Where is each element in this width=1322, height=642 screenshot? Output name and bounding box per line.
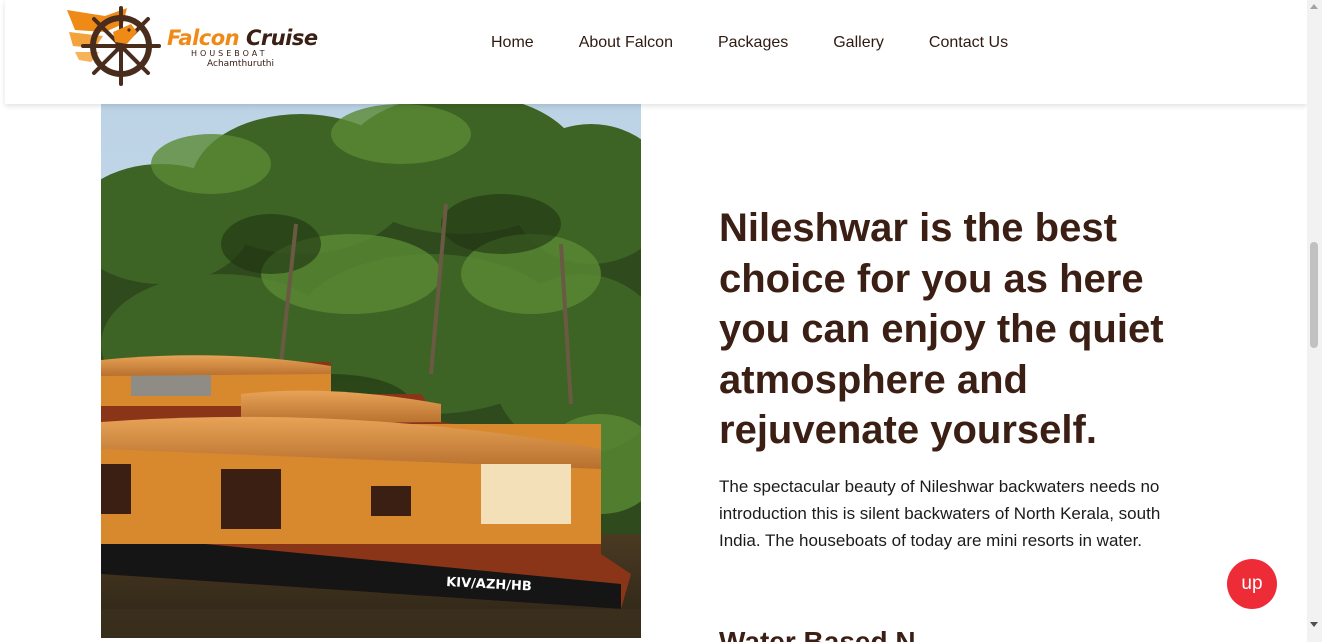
brand-name: Falcon Cruise — [167, 26, 318, 50]
nav-contact-us[interactable]: Contact Us — [929, 34, 1008, 52]
page: Falcon Cruise HOUSEBOAT Achamthuruthi Ho… — [0, 0, 1307, 642]
ship-wheel-icon — [67, 6, 161, 86]
logo-text: Falcon Cruise HOUSEBOAT Achamthuruthi — [167, 26, 318, 69]
nav-packages[interactable]: Packages — [718, 34, 788, 52]
next-section-heading: Water Based N — [719, 626, 916, 642]
scroll-down-arrow-icon[interactable] — [1310, 622, 1318, 627]
section-headline: Nileshwar is the best choice for you as … — [719, 206, 1164, 452]
brand-subtitle: HOUSEBOAT — [191, 49, 268, 58]
section-description: The spectacular beauty of Nileshwar back… — [719, 476, 1161, 550]
site-header: Falcon Cruise HOUSEBOAT Achamthuruthi Ho… — [5, 0, 1307, 104]
main-nav: Home About Falcon Packages Gallery Conta… — [491, 34, 1053, 52]
houseboat-image: KIV/AZH/HB — [101, 104, 641, 638]
brand-location: Achamthuruthi — [207, 59, 275, 69]
logo[interactable]: Falcon Cruise HOUSEBOAT Achamthuruthi — [65, 2, 325, 90]
nav-home[interactable]: Home — [491, 34, 534, 52]
scroll-up-button[interactable]: up — [1227, 559, 1277, 609]
nav-about-falcon[interactable]: About Falcon — [579, 34, 673, 52]
brand-name-part1: Falcon — [167, 26, 240, 50]
page-scrollbar[interactable] — [1307, 0, 1322, 642]
nav-gallery[interactable]: Gallery — [833, 34, 884, 52]
scroll-up-arrow-icon[interactable] — [1310, 4, 1318, 9]
brand-name-part2: Cruise — [245, 26, 318, 50]
houseboat-illustration: KIV/AZH/HB — [101, 104, 641, 638]
scroll-thumb[interactable] — [1310, 242, 1318, 348]
intro-section: Nileshwar is the best choice for you as … — [719, 203, 1179, 554]
